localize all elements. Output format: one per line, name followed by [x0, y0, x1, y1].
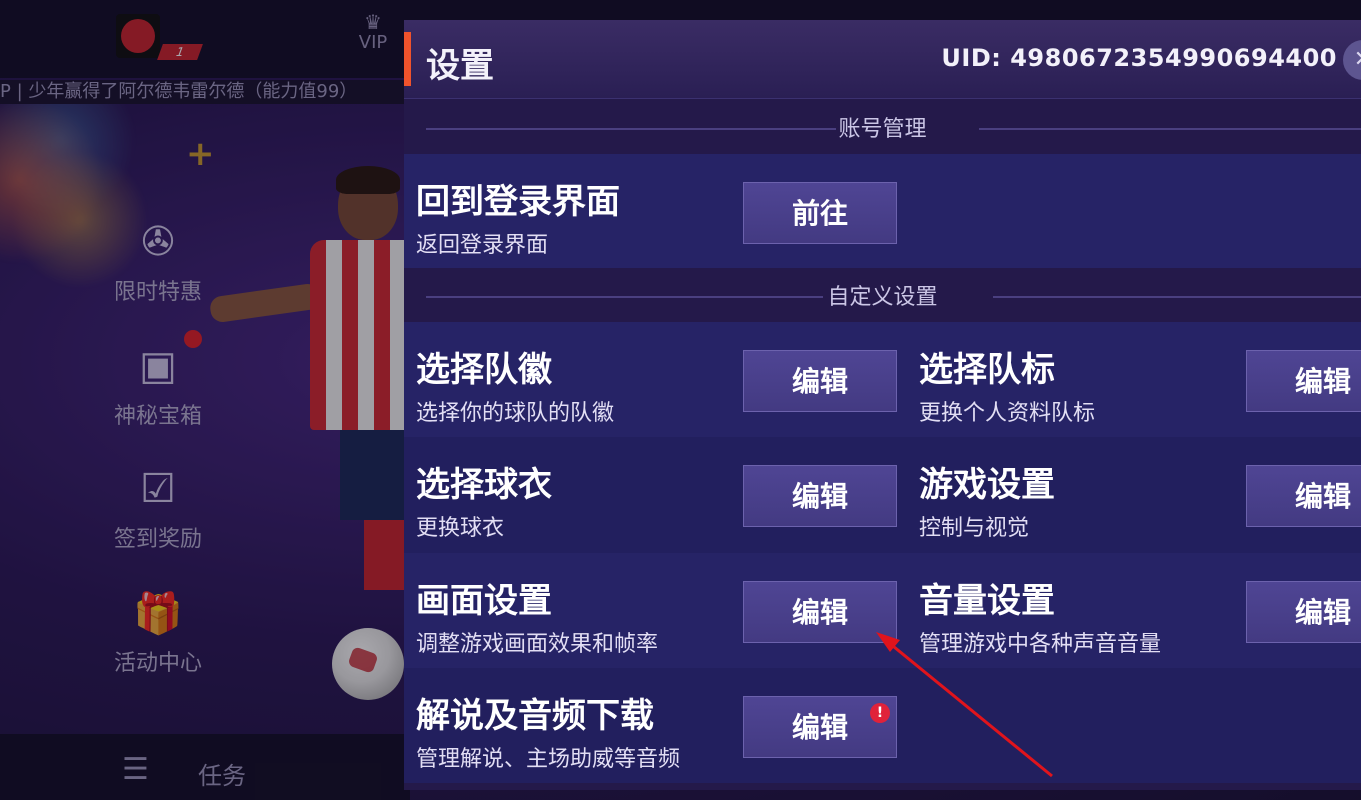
alert-icon: !	[870, 703, 890, 723]
section-custom-header: 自定义设置	[404, 266, 1361, 326]
setting-subtitle: 调整游戏画面效果和帧率	[416, 632, 659, 657]
user-uid: UID: 4980672354990694400	[941, 44, 1337, 72]
setting-title: 音量设置	[919, 581, 1055, 621]
settings-header: 设置 UID: 4980672354990694400 ✕	[404, 20, 1361, 99]
edit-graphics-button[interactable]: 编辑	[743, 581, 897, 643]
edit-kit-button[interactable]: 编辑	[743, 465, 897, 527]
setting-graphics: 画面设置 调整游戏画面效果和帧率 编辑	[404, 553, 897, 668]
edit-badge-button[interactable]: 编辑	[1246, 350, 1361, 412]
login-row: 回到登录界面 返回登录界面 前往	[404, 154, 1361, 268]
go-button[interactable]: 前往	[743, 182, 897, 244]
setting-team-crest: 选择队徽 选择你的球队的队徽 编辑	[404, 322, 897, 437]
setting-subtitle: 管理游戏中各种声音音量	[919, 632, 1162, 657]
setting-subtitle: 返回登录界面	[416, 233, 549, 258]
options-row-4: 解说及音频下载 管理解说、主场助威等音频 编辑 !	[404, 668, 1361, 783]
settings-title: 设置	[426, 46, 494, 86]
edit-commentary-button[interactable]: 编辑 !	[743, 696, 897, 758]
setting-title: 选择球衣	[416, 465, 552, 505]
setting-title: 选择队标	[919, 350, 1055, 390]
edit-game-settings-button[interactable]: 编辑	[1246, 465, 1361, 527]
setting-subtitle: 更换个人资料队标	[919, 401, 1096, 426]
close-icon[interactable]: ✕	[1343, 40, 1361, 80]
section-account-header: 账号管理	[404, 98, 1361, 158]
setting-title: 解说及音频下载	[416, 696, 654, 736]
setting-subtitle: 控制与视觉	[919, 516, 1030, 541]
settings-panel: 设置 UID: 4980672354990694400 ✕ 账号管理 回到登录界…	[404, 20, 1361, 790]
options-row-3: 画面设置 调整游戏画面效果和帧率 编辑 音量设置 管理游戏中各种声音音量 编辑	[404, 553, 1361, 668]
setting-team-badge: 选择队标 更换个人资料队标 编辑	[907, 322, 1361, 437]
edit-crest-button[interactable]: 编辑	[743, 350, 897, 412]
setting-title: 选择队徽	[416, 350, 552, 390]
edit-volume-button[interactable]: 编辑	[1246, 581, 1361, 643]
options-row-2: 选择球衣 更换球衣 编辑 游戏设置 控制与视觉 编辑	[404, 437, 1361, 553]
setting-commentary-audio: 解说及音频下载 管理解说、主场助威等音频 编辑 !	[404, 668, 897, 783]
setting-title: 回到登录界面	[416, 182, 620, 222]
setting-subtitle: 管理解说、主场助威等音频	[416, 747, 681, 772]
setting-kit: 选择球衣 更换球衣 编辑	[404, 437, 897, 552]
setting-title: 游戏设置	[919, 465, 1055, 505]
section-title: 账号管理	[838, 117, 927, 142]
setting-return-login: 回到登录界面 返回登录界面 前往	[404, 154, 897, 269]
button-label: 编辑	[791, 711, 848, 744]
setting-game: 游戏设置 控制与视觉 编辑	[907, 437, 1361, 552]
options-row-1: 选择队徽 选择你的球队的队徽 编辑 选择队标 更换个人资料队标 编辑	[404, 322, 1361, 437]
section-title: 自定义设置	[827, 285, 938, 310]
setting-title: 画面设置	[416, 581, 552, 621]
setting-volume: 音量设置 管理游戏中各种声音音量 编辑	[907, 553, 1361, 668]
setting-subtitle: 选择你的球队的队徽	[416, 401, 615, 426]
setting-subtitle: 更换球衣	[416, 516, 505, 541]
header-accent-bar	[404, 32, 411, 86]
